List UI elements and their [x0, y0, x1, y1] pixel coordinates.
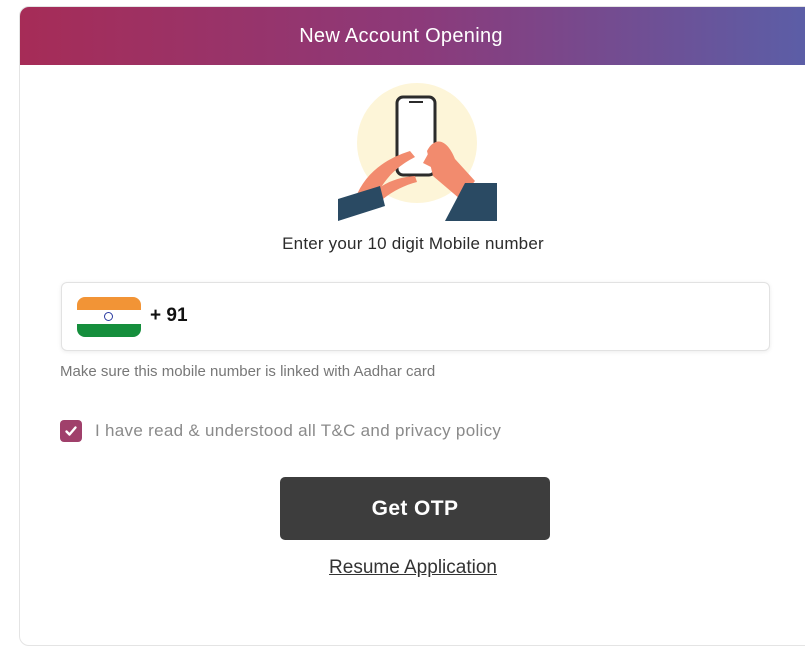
terms-label: I have read & understood all T&C and pri…	[95, 421, 502, 440]
mobile-number-input[interactable]	[202, 295, 756, 341]
get-otp-button[interactable]: Get OTP	[280, 477, 550, 540]
mobile-number-field[interactable]: + 91	[61, 282, 770, 351]
resume-application-link[interactable]: Resume Application	[329, 557, 497, 578]
header-bar: New Account Opening	[20, 7, 805, 65]
check-icon	[65, 426, 77, 436]
india-flag-icon	[77, 297, 141, 337]
terms-row: I have read & understood all T&C and pri…	[60, 420, 501, 442]
resume-link-row: Resume Application	[20, 557, 805, 579]
mobile-prompt: Enter your 10 digit Mobile number	[282, 234, 544, 253]
page-title: New Account Opening	[299, 24, 503, 47]
aadhar-hint: Make sure this mobile number is linked w…	[60, 363, 436, 380]
terms-checkbox[interactable]	[60, 420, 82, 442]
country-dial-code: + 91	[150, 305, 188, 326]
account-opening-card: New Account Opening Enter your 10 digit …	[19, 6, 805, 646]
hands-holding-phone-icon	[338, 83, 497, 221]
